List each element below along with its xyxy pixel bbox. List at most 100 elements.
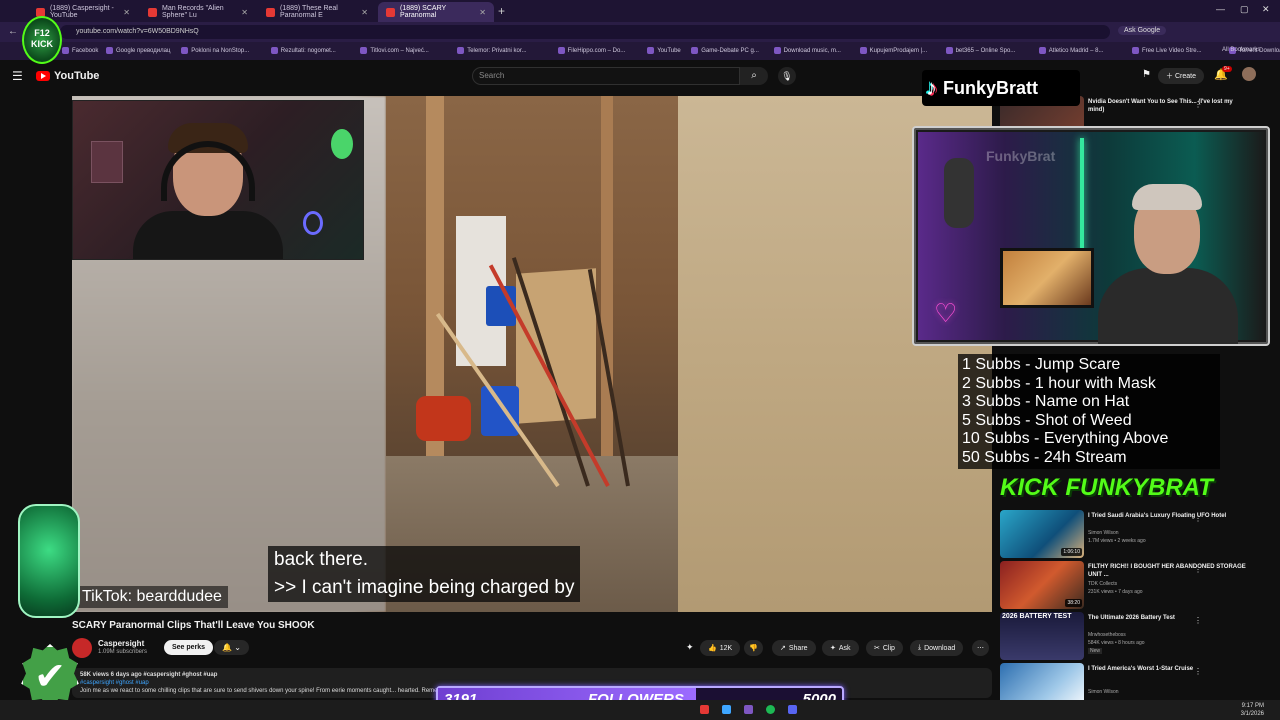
close-tab-icon[interactable]: ✕	[241, 8, 248, 17]
ask-button[interactable]: ✦ Ask	[822, 640, 859, 656]
bookmark-favicon-icon	[773, 47, 781, 54]
bookmark-label: bet365 – Online Spo...	[955, 47, 1016, 54]
sub-goal-item: 2 Subbs - 1 hour with Mask	[962, 374, 1156, 392]
like-button[interactable]: 👍 12K	[700, 640, 741, 656]
search-icon[interactable]: ⌕	[740, 67, 768, 85]
browser-tab[interactable]: (1889) These Real Paranormal E ✕	[258, 2, 376, 22]
close-tab-icon[interactable]: ✕	[123, 8, 130, 17]
cast-icon[interactable]: ⚑	[1142, 69, 1151, 80]
close-tab-icon[interactable]: ✕	[479, 8, 486, 17]
see-perks-button[interactable]: See perks	[164, 640, 214, 655]
bookmark-item[interactable]: Facebook	[62, 47, 98, 54]
discord-icon[interactable]	[788, 705, 797, 714]
bookmark-item[interactable]: bet365 – Online Spo...	[945, 47, 1016, 54]
clip-button[interactable]: ✂ Clip	[866, 640, 903, 656]
heart-icon: ♡	[934, 298, 958, 328]
all-bookmarks-button[interactable]: All Bookmarks	[1222, 47, 1260, 53]
kebab-menu-icon[interactable]: ⋮	[1194, 616, 1202, 625]
bookmark-favicon-icon	[945, 47, 953, 54]
address-bar[interactable]: youtube.com/watch?v=6W50BD9NHsQ	[60, 25, 1110, 39]
bookmark-item[interactable]: Pokloni na NonStop...	[181, 47, 249, 54]
browser-tab[interactable]: Man Records "Alien Sphere" Lu ✕	[140, 2, 256, 22]
recommendation-channel[interactable]: Simon Wilson	[1088, 689, 1119, 695]
taskbar: 9:17 PM 3/1/2026	[0, 700, 1280, 720]
kebab-menu-icon[interactable]: ⋮	[1194, 514, 1202, 523]
alien-figure	[331, 129, 353, 159]
bookmark-favicon-icon	[557, 47, 565, 54]
ask-label: Ask	[838, 644, 851, 652]
minimize-icon[interactable]: —	[1216, 4, 1225, 14]
bookmark-favicon-icon	[270, 47, 278, 54]
extension-icon[interactable]: ✦	[686, 642, 694, 653]
video-thumbnail[interactable]: 38:20	[1000, 561, 1084, 609]
browser-tab-active[interactable]: (1889) SCARY Paranormal ✕	[378, 2, 494, 22]
kebab-menu-icon[interactable]: ⋮	[1194, 100, 1202, 109]
bookmark-item[interactable]: Atletico Madrid – 8...	[1038, 47, 1104, 54]
video-player[interactable]: back there. >> I can't imagine being cha…	[72, 96, 992, 612]
bell-icon: 🔔	[222, 643, 232, 652]
recommendation-channel[interactable]: Simon Wilson	[1088, 530, 1119, 536]
more-actions-button[interactable]: ⋯	[972, 640, 989, 656]
bookmark-label: Download music, m...	[783, 47, 841, 54]
notification-bell-button[interactable]: 🔔 ⌄	[214, 640, 249, 655]
bookmark-item[interactable]: Telemor: Privatni kor...	[457, 47, 527, 54]
bookmark-item[interactable]: KupujemProdajem |...	[859, 47, 927, 54]
bookmarks-bar: Facebook Google преводилац Pokloni na NonS…	[0, 42, 1280, 60]
thumbs-up-icon: 👍	[708, 645, 717, 652]
youtube-logo[interactable]: YouTube	[36, 70, 99, 82]
youtube-icon	[386, 7, 395, 17]
share-icon: ↗	[780, 645, 786, 652]
recommendation-item[interactable]: 1:06:10 I Tried Saudi Arabia's Luxury Fl…	[1000, 510, 1270, 560]
like-count: 12K	[719, 644, 733, 652]
back-icon[interactable]: ←	[8, 26, 18, 37]
close-window-icon[interactable]: ✕	[1262, 4, 1270, 15]
bookmark-label: Telemor: Privatni kor...	[467, 47, 527, 54]
maximize-icon[interactable]: ▢	[1240, 4, 1249, 15]
app-taskbar-icon[interactable]	[744, 705, 753, 714]
recommendation-item[interactable]: 38:20 FILTHY RICH!! I BOUGHT HER ABANDON…	[1000, 561, 1270, 611]
ask-google-button[interactable]: Ask Google	[1118, 26, 1167, 35]
avatar[interactable]	[1242, 67, 1256, 81]
reactor-webcam	[72, 100, 364, 260]
thumbnail-text: 2026 BATTERY TEST	[1002, 613, 1072, 620]
browser-taskbar-icon[interactable]	[700, 705, 709, 714]
recommendation-item[interactable]: 2026 BATTERY TEST The Ultimate 2026 Batt…	[1000, 612, 1270, 662]
spotify-icon[interactable]	[766, 705, 775, 714]
caption-line: back there.	[274, 549, 368, 570]
youtube-icon	[266, 7, 275, 17]
bookmark-item[interactable]: FileHippo.com – Do...	[557, 47, 625, 54]
channel-avatar[interactable]	[72, 638, 92, 658]
video-thumbnail[interactable]: 1:06:10	[1000, 510, 1084, 558]
recommendation-channel[interactable]: TDK Collects	[1088, 581, 1117, 587]
bookmark-label: Titlovi.com – Najveć...	[370, 47, 429, 54]
bookmark-item[interactable]: Rezultati: nogomet...	[270, 47, 336, 54]
close-tab-icon[interactable]: ✕	[361, 8, 368, 17]
dislike-button[interactable]: 👎	[744, 640, 763, 656]
download-button[interactable]: ⤓ Download	[910, 640, 964, 656]
bookmark-item[interactable]: YouTube	[647, 47, 681, 54]
app-taskbar-icon[interactable]	[722, 705, 731, 714]
microphone-icon[interactable]: 🎙	[778, 67, 796, 85]
clock-date: 3/1/2026	[1240, 711, 1264, 717]
caption-line: >> I can't imagine being charged by	[274, 577, 575, 598]
more-icon: ⋯	[977, 645, 984, 652]
share-button[interactable]: ↗ Share	[772, 640, 816, 656]
system-clock[interactable]: 9:17 PM 3/1/2026	[1241, 702, 1264, 718]
recommendation-title: FILTHY RICH!! I BOUGHT HER ABANDONED STO…	[1088, 564, 1246, 578]
channel-name[interactable]: Caspersight	[98, 639, 144, 648]
search-input[interactable]: Search	[472, 67, 740, 85]
recommendation-channel[interactable]: Mrwhosetheboss	[1088, 632, 1126, 638]
new-tab-button[interactable]: +	[498, 4, 505, 18]
bookmark-item[interactable]: Game-Debate PC g...	[691, 47, 759, 54]
video-thumbnail[interactable]: 2026 BATTERY TEST	[1000, 612, 1084, 660]
tiktok-banner: ♪ FunkyBratt	[922, 70, 1080, 106]
bookmark-item[interactable]: Free Live Video Stre...	[1132, 47, 1202, 54]
video-title: SCARY Paranormal Clips That'll Leave You…	[72, 620, 315, 631]
bookmark-item[interactable]: Titlovi.com – Najveć...	[360, 47, 429, 54]
bookmark-item[interactable]: Google преводилац	[106, 47, 170, 54]
kebab-menu-icon[interactable]: ⋮	[1194, 565, 1202, 574]
kebab-menu-icon[interactable]: ⋮	[1194, 667, 1202, 676]
bookmark-item[interactable]: Download music, m...	[773, 47, 841, 54]
menu-icon[interactable]: ☰	[12, 69, 23, 83]
create-button[interactable]: ＋ Create	[1158, 68, 1204, 84]
